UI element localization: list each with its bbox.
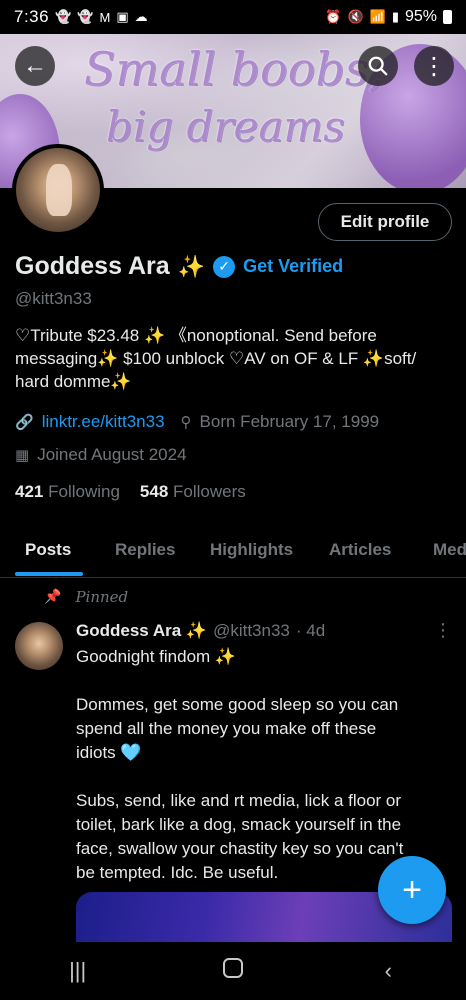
tab-articles[interactable]: Articles xyxy=(329,540,391,560)
home-button[interactable] xyxy=(203,958,263,984)
get-verified-link[interactable]: Get Verified xyxy=(243,256,343,277)
pin-icon: 📌 xyxy=(44,589,62,605)
back-button[interactable]: ← xyxy=(15,46,55,86)
home-icon xyxy=(222,958,243,978)
profile-tabs: Posts Replies Highlights Articles Med xyxy=(0,522,466,578)
joined-date: Joined August 2024 xyxy=(37,445,187,464)
banner-text-line1: Small boobs, xyxy=(84,42,384,96)
plus-icon: + xyxy=(402,870,422,909)
name-row: Goddess Ara ✨ ✓ Get Verified xyxy=(15,252,343,281)
tab-posts[interactable]: Posts xyxy=(25,540,71,560)
snapchat-icon: 👻 xyxy=(55,9,72,24)
avatar-figure xyxy=(46,164,72,216)
post-text-line: Subs, send, like and rt media, lick a fl… xyxy=(76,791,402,810)
profile-avatar[interactable] xyxy=(12,144,104,236)
link-icon: 🔗 xyxy=(15,414,34,431)
gallery-icon: ▣ xyxy=(116,9,129,24)
meta-row-link-born: 🔗 linktr.ee/kitt3n33 ⚲ Born February 17,… xyxy=(15,412,379,432)
bio-line: messaging✨ $100 unblock ♡AV on OF & LF ✨… xyxy=(15,349,417,368)
compose-post-button[interactable]: + xyxy=(378,856,446,924)
recent-apps-button[interactable]: ||| xyxy=(48,958,108,984)
battery-icon xyxy=(443,10,452,24)
followers-stat[interactable]: 548 Followers xyxy=(140,482,246,502)
following-stat[interactable]: 421 Following xyxy=(15,482,120,502)
tab-highlights[interactable]: Highlights xyxy=(210,540,293,560)
search-icon xyxy=(368,56,388,76)
tab-replies[interactable]: Replies xyxy=(115,540,175,560)
battery-percent: 95% xyxy=(404,8,437,25)
following-label: Following xyxy=(48,482,120,501)
sparkle-emoji: ✨ xyxy=(177,253,206,279)
system-nav-bar: ||| ‹ xyxy=(0,942,466,1000)
banner-text-line2: big dreams xyxy=(106,102,345,151)
status-left: 7:36 👻 👻 M ▣ ☁ xyxy=(14,7,148,27)
following-count: 421 xyxy=(15,482,44,501)
arrow-left-icon: ← xyxy=(23,52,47,79)
post-more-icon[interactable]: ⋮ xyxy=(434,620,452,641)
alarm-icon: ⏰ xyxy=(325,9,342,24)
born-date: Born February 17, 1999 xyxy=(199,412,380,431)
pinned-indicator: 📌 Pinned xyxy=(44,588,128,606)
pinned-label: Pinned xyxy=(75,588,129,606)
post-text-line: Dommes, get some good sleep so you can xyxy=(76,695,399,714)
status-bar: 7:36 👻 👻 M ▣ ☁ ⏰ 🔇 📶 ▮ 95% xyxy=(0,0,466,34)
balloon-icon: ⚲ xyxy=(180,414,192,431)
profile-handle: @kitt3n33 xyxy=(15,289,92,308)
post-text-line: spend all the money you make off these xyxy=(76,719,377,738)
cloud-icon: ☁ xyxy=(134,9,148,24)
tab-media[interactable]: Med xyxy=(433,540,466,560)
back-nav-button[interactable]: ‹ xyxy=(358,958,418,984)
post-text-line: face, swallow your chastity key so you c… xyxy=(76,839,404,858)
verified-badge-icon[interactable]: ✓ xyxy=(213,255,236,278)
calendar-icon: ▦ xyxy=(15,447,30,464)
post-age: · 4d xyxy=(295,621,326,640)
snapchat-icon: 👻 xyxy=(77,9,94,24)
profile-link[interactable]: linktr.ee/kitt3n33 xyxy=(42,412,165,432)
post-text-line: idiots 🩵 xyxy=(76,743,142,762)
edit-profile-button[interactable]: Edit profile xyxy=(318,203,452,241)
active-tab-indicator xyxy=(15,572,83,576)
signal-icon: ▮ xyxy=(391,9,399,24)
kebab-menu-icon: ⋮ xyxy=(422,52,446,80)
post-header: Goddess Ara ✨ @kitt3n33 · 4d xyxy=(76,621,325,641)
status-time: 7:36 xyxy=(14,7,50,26)
follow-stats: 421 Following 548 Followers xyxy=(15,482,246,502)
search-button[interactable] xyxy=(358,46,398,86)
display-name: Goddess Ara xyxy=(15,252,170,280)
status-right: ⏰ 🔇 📶 ▮ 95% xyxy=(325,8,452,26)
bio-line: ♡Tribute $23.48 ✨ 《nonoptional. Send bef… xyxy=(15,326,377,345)
wifi-icon: 📶 xyxy=(369,9,386,24)
more-options-button[interactable]: ⋮ xyxy=(414,46,454,86)
post-text-line: Goodnight findom ✨ xyxy=(76,647,237,666)
profile-bio: ♡Tribute $23.48 ✨ 《nonoptional. Send bef… xyxy=(15,324,455,393)
bio-line: hard domme✨ xyxy=(15,372,132,391)
gmail-icon: M xyxy=(99,9,111,25)
post-author[interactable]: Goddess Ara ✨ xyxy=(76,621,207,641)
followers-count: 548 xyxy=(139,482,169,501)
post-avatar[interactable] xyxy=(15,622,63,670)
followers-label: Followers xyxy=(173,482,246,501)
post-handle: @kitt3n33 xyxy=(213,621,290,640)
post-text-line: toilet, bark like a dog, smack yourself … xyxy=(76,815,402,834)
meta-row-joined: ▦ Joined August 2024 xyxy=(15,445,187,465)
mute-icon: 🔇 xyxy=(347,9,364,24)
